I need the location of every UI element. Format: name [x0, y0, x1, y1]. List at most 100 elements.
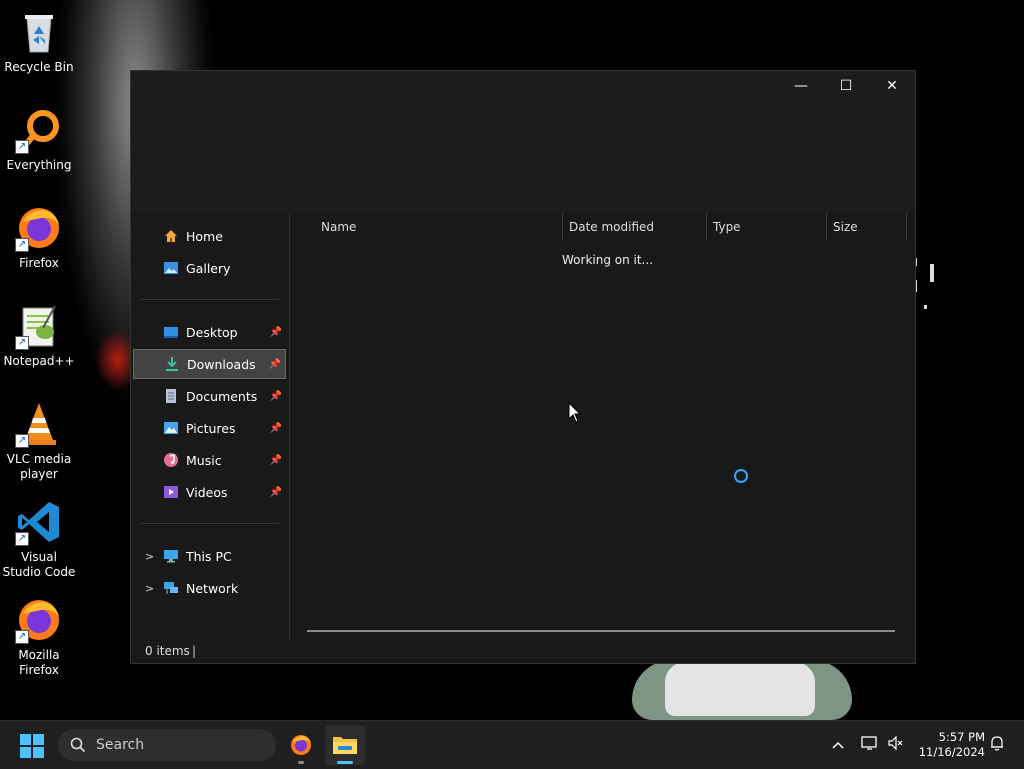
column-header-label: Name — [321, 220, 357, 234]
chevron-right-icon[interactable]: > — [145, 582, 154, 595]
desktop-icon-label: Mozilla Firefox — [18, 648, 60, 677]
network-icon — [163, 580, 179, 596]
speaker-muted-icon — [887, 735, 903, 755]
taskbar-clock[interactable]: 5:57 PM 11/16/2024 — [913, 730, 985, 760]
shortcut-arrow-icon: ↗ — [15, 434, 29, 448]
firefox-icon: ↗ — [15, 204, 63, 252]
column-header-label: Date modified — [569, 220, 655, 234]
maximize-button[interactable]: ☐ — [823, 71, 869, 101]
vscode-icon: ↗ — [15, 498, 63, 546]
pin-icon: 📌 — [269, 422, 282, 434]
chevron-right-icon[interactable]: > — [145, 550, 154, 563]
desktop-icon-label: Visual Studio Code — [2, 550, 76, 579]
firefox-icon: ↗ — [15, 596, 63, 644]
nav-item-desktop[interactable]: Desktop 📌 — [133, 317, 286, 347]
nav-item-label: Network — [186, 580, 239, 596]
column-header-date-modified[interactable]: Date modified — [563, 213, 707, 241]
desktop-icon-label: VLC media player — [6, 452, 72, 481]
desktop-icon-everything[interactable]: ↗ Everything — [2, 106, 76, 173]
close-button[interactable]: ✕ — [869, 71, 915, 101]
mouse-cursor-icon — [568, 401, 582, 423]
search-placeholder: Search — [96, 737, 145, 753]
nav-item-documents[interactable]: Documents 📌 — [133, 381, 286, 411]
status-bar: 0 items | — [131, 640, 915, 663]
taskbar-search-box[interactable]: Search — [58, 729, 276, 761]
desktop-icon-vscode[interactable]: ↗ Visual Studio Code — [2, 498, 76, 580]
home-icon — [163, 228, 179, 244]
nav-item-gallery[interactable]: Gallery — [133, 253, 286, 283]
taskbar-firefox[interactable] — [281, 725, 321, 765]
volume-button[interactable] — [884, 721, 906, 769]
desktop-icon-recycle-bin[interactable]: Recycle Bin — [2, 8, 76, 75]
wallpaper-blob-inner — [665, 662, 815, 716]
desktop-icon-firefox[interactable]: ↗ Firefox — [2, 204, 76, 271]
taskbar: Search 5:57 PM 11/16/2024 — [0, 720, 1024, 769]
clock-date: 11/16/2024 — [918, 745, 985, 759]
nav-item-label: Music — [186, 452, 222, 468]
file-list-pane[interactable]: Name Date modified Type Size Working on … — [290, 213, 915, 640]
nav-item-network[interactable]: > Network — [133, 573, 286, 603]
column-header-type[interactable]: Type — [707, 213, 827, 241]
title-bar[interactable]: — ☐ ✕ — [131, 71, 915, 213]
shortcut-arrow-icon: ↗ — [15, 140, 29, 154]
nav-item-downloads[interactable]: Downloads 📌 — [133, 349, 286, 379]
nav-item-music[interactable]: Music 📌 — [133, 445, 286, 475]
windows-logo-icon — [20, 734, 31, 745]
nav-item-videos[interactable]: Videos 📌 — [133, 477, 286, 507]
nav-item-label: This PC — [186, 548, 232, 564]
navigation-pane: Home Gallery Desktop 📌 Downloads 📌 Docum… — [131, 213, 290, 640]
minimize-icon: — — [794, 78, 808, 94]
network-status-button[interactable] — [858, 721, 882, 769]
nav-item-home[interactable]: Home — [133, 221, 286, 251]
column-header-size[interactable]: Size — [827, 213, 907, 241]
column-header-label: Size — [833, 220, 858, 234]
desktop-icon-label: Everything — [6, 158, 72, 172]
desktop-icon-label: Notepad++ — [3, 354, 75, 368]
desktop: Recycle Bin ↗ Everything ↗ Firefox ↗ Not… — [0, 0, 1024, 720]
nav-item-pictures[interactable]: Pictures 📌 — [133, 413, 286, 443]
nav-separator — [141, 523, 279, 524]
running-indicator — [298, 761, 304, 764]
desktop-icon-mozilla-firefox[interactable]: ↗ Mozilla Firefox — [2, 596, 76, 678]
everything-search-icon: ↗ — [15, 106, 63, 154]
maximize-icon: ☐ — [839, 78, 853, 94]
minimize-button[interactable]: — — [778, 71, 824, 101]
clock-time: 5:57 PM — [938, 730, 985, 744]
nav-item-this-pc[interactable]: > This PC — [133, 541, 286, 571]
taskbar-file-explorer[interactable] — [325, 725, 365, 765]
firefox-icon — [291, 735, 311, 755]
horizontal-scrollbar[interactable] — [307, 630, 895, 632]
vlc-cone-icon: ↗ — [15, 400, 63, 448]
desktop-folder-icon — [163, 324, 179, 340]
download-arrow-icon — [164, 356, 180, 372]
shortcut-arrow-icon: ↗ — [15, 336, 29, 350]
pin-icon: 📌 — [269, 326, 282, 338]
nav-item-label: Gallery — [186, 260, 231, 276]
active-indicator — [337, 761, 353, 764]
desktop-icon-label: Firefox — [19, 256, 59, 270]
pin-icon: 📌 — [269, 454, 282, 466]
network-monitor-icon — [861, 735, 879, 755]
item-count: 0 items — [145, 644, 190, 658]
notifications-button[interactable] — [986, 721, 1008, 769]
desktop-icon-notepadpp[interactable]: ↗ Notepad++ — [2, 302, 76, 369]
desktop-icon-vlc[interactable]: ↗ VLC media player — [2, 400, 76, 482]
pictures-icon — [163, 420, 179, 436]
wallpaper-pixel-art — [914, 250, 940, 330]
pin-icon: 📌 — [269, 486, 282, 498]
status-separator: | — [192, 644, 197, 658]
column-header-label: Type — [713, 220, 741, 234]
folder-icon — [333, 737, 357, 754]
start-button[interactable] — [20, 734, 44, 758]
nav-item-label: Downloads — [187, 356, 256, 372]
nav-item-label: Desktop — [186, 324, 238, 340]
music-icon — [163, 452, 179, 468]
file-explorer-window: — ☐ ✕ Home Gallery Desktop 📌 Downloads 📌… — [130, 70, 916, 664]
column-header-name[interactable]: Name — [315, 213, 563, 241]
shortcut-arrow-icon: ↗ — [15, 532, 29, 546]
loading-message: Working on it... — [562, 253, 654, 267]
videos-icon — [163, 484, 179, 500]
shortcut-arrow-icon: ↗ — [15, 630, 29, 644]
show-hidden-icons-button[interactable] — [826, 721, 850, 769]
computer-icon — [163, 548, 179, 564]
